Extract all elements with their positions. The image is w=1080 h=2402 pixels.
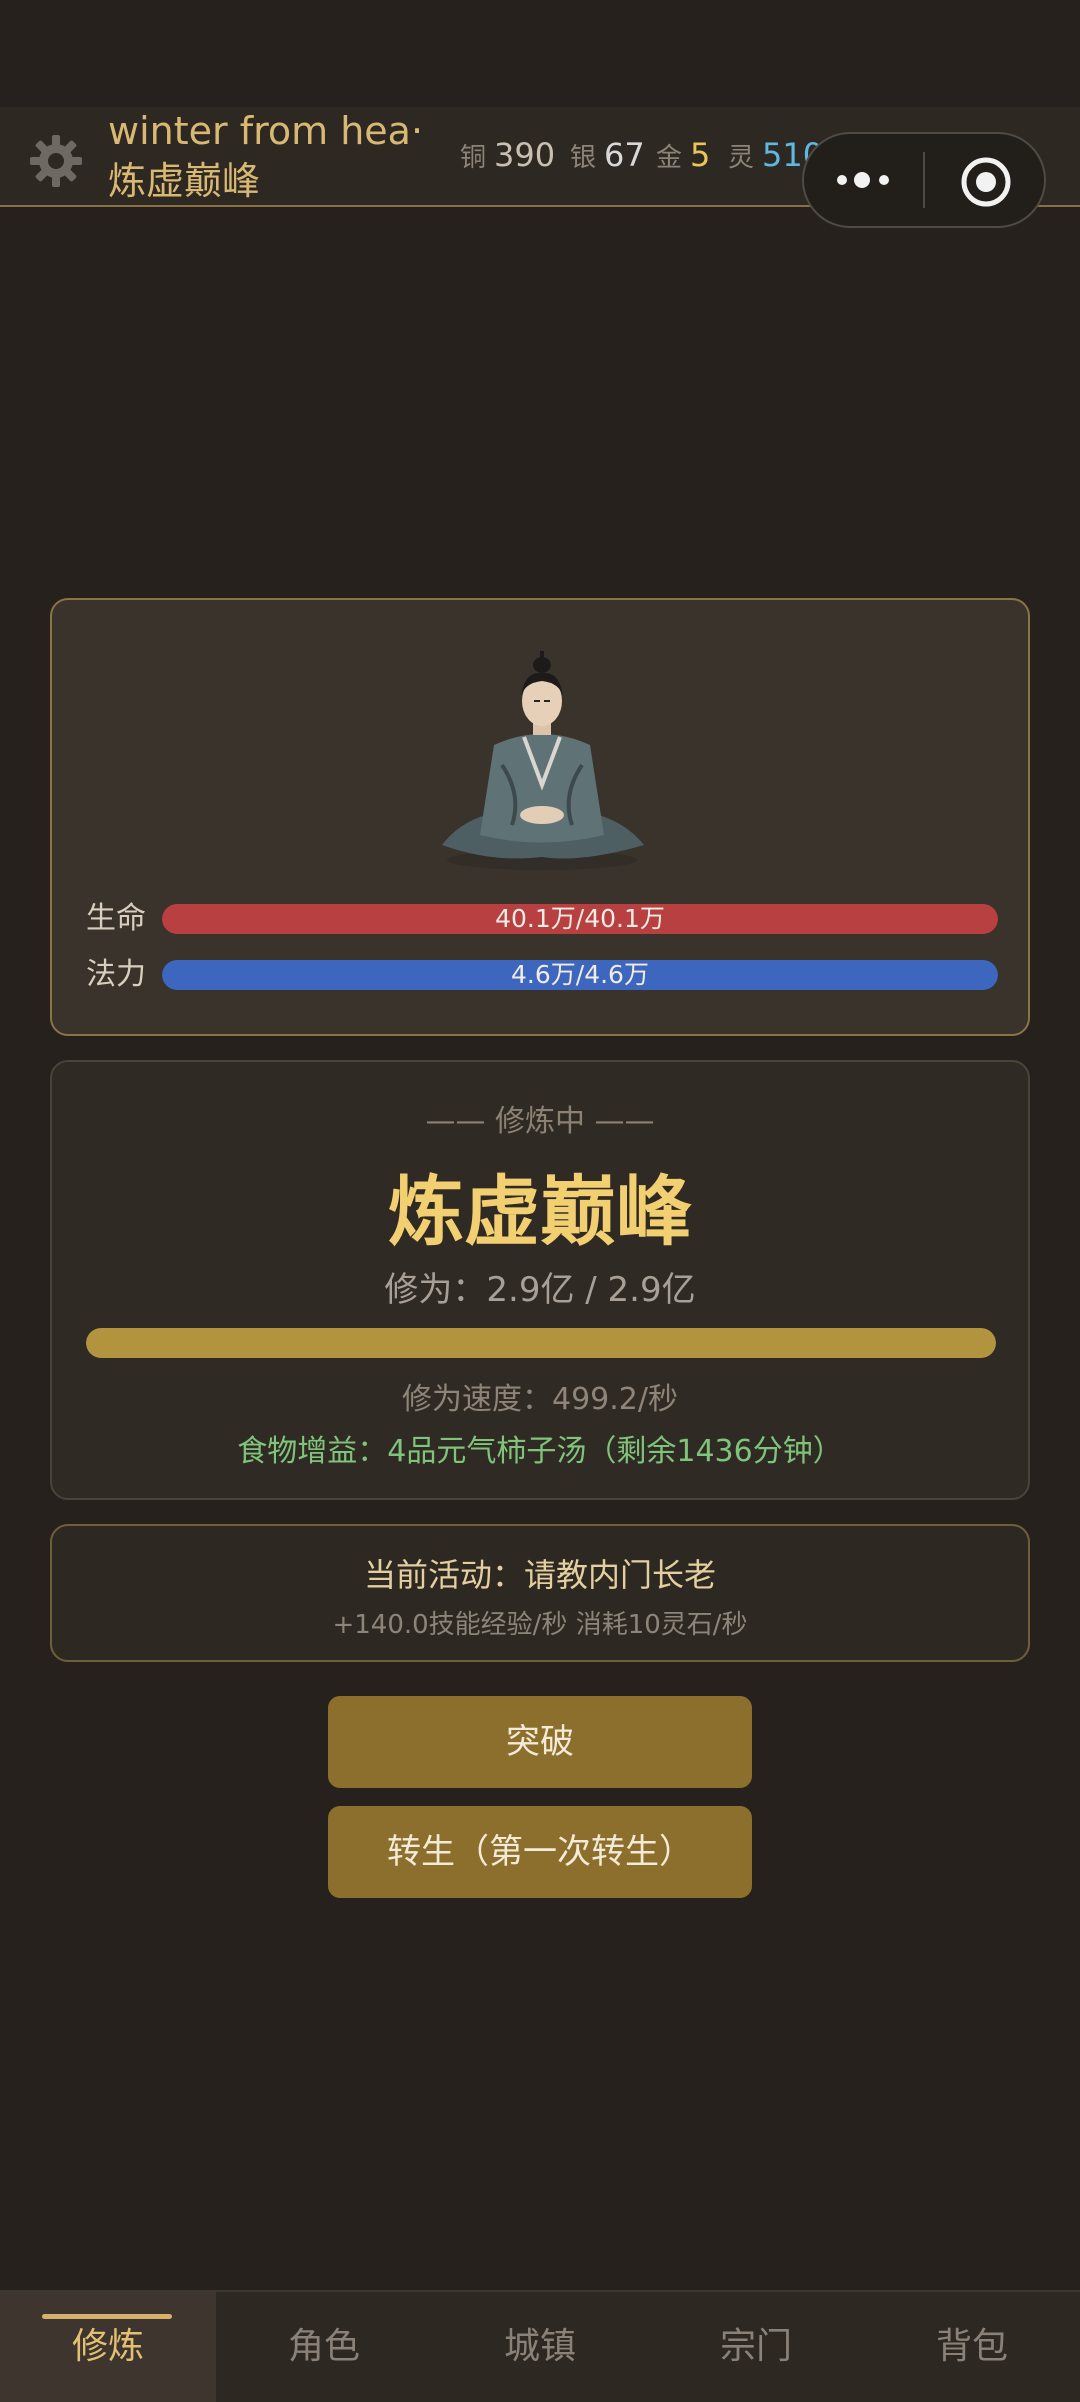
cultivation-speed: 修为速度：499.2/秒 [402,1382,678,1417]
meditating-cultivator-image [442,651,644,870]
tab-backpack[interactable]: 背包 [864,2292,1080,2402]
target-circle-icon[interactable] [960,156,1012,208]
tab-backpack-label: 背包 [935,2326,1008,2367]
capsule-divider [923,152,925,208]
activity-title: 当前活动：请教内门长老 [363,1556,716,1594]
cultivation-progress-fill [86,1328,996,1358]
currency-silver-value: 67 [604,136,645,174]
currency-spirit-label: 灵 [728,143,755,173]
currency-silver-label: 银 [570,143,597,173]
rebirth-button[interactable]: 转生（第一次转生） [328,1806,752,1898]
hp-row: 生命 40.1万/40.1万 [86,902,1018,936]
tab-character[interactable]: 角色 [216,2292,432,2402]
more-dots-icon[interactable] [834,168,894,192]
cultivation-progress-text: 修为：2.9亿 / 2.9亿 [384,1270,696,1310]
tab-cultivate[interactable]: 修炼 [0,2292,216,2402]
hp-value: 40.1万/40.1万 [495,904,665,933]
mp-label: 法力 [86,957,146,992]
tab-sect[interactable]: 宗门 [648,2292,864,2402]
bottom-nav: 修炼 角色 城镇 宗门 背包 [0,2290,1080,2402]
gear-icon[interactable] [26,131,86,191]
hp-bar: 40.1万/40.1万 [162,904,998,934]
player-realm: 炼虚巅峰 [108,159,261,203]
currency-copper: 铜 390 [460,135,555,181]
character-card: 生命 40.1万/40.1万 法力 4.6万/4.6万 [50,598,1030,1036]
currency-silver: 银 67 [570,135,645,181]
tab-active-indicator [42,2314,172,2319]
miniprogram-capsule [802,132,1046,228]
breakthrough-button[interactable]: 突破 [328,1696,752,1788]
currency-copper-label: 铜 [460,143,487,173]
currency-gold: 金5 [656,135,710,181]
tab-character-label: 角色 [287,2326,360,2367]
tab-cultivate-label: 修炼 [71,2326,144,2367]
currency-gold-label: 金 [656,143,683,173]
player-name: winter from hea· [108,109,424,153]
mp-row: 法力 4.6万/4.6万 [86,958,1018,992]
food-bonus: 食物增益：4品元气柿子汤（剩余1436分钟） [237,1434,843,1469]
activity-detail: +140.0技能经验/秒 消耗10灵石/秒 [332,1610,748,1640]
realm-title: 炼虚巅峰 [388,1167,692,1256]
currency-copper-value: 390 [494,136,556,174]
currency-gold-value: 5 [690,136,711,174]
cultivation-state: —— 修炼中 —— [425,1104,655,1139]
tab-sect-label: 宗门 [719,2326,792,2367]
tab-town-label: 城镇 [503,2326,576,2367]
hp-label: 生命 [86,901,146,936]
mp-bar: 4.6万/4.6万 [162,960,998,990]
tab-town[interactable]: 城镇 [432,2292,648,2402]
mp-value: 4.6万/4.6万 [511,960,649,989]
activity-card: 当前活动：请教内门长老 +140.0技能经验/秒 消耗10灵石/秒 [50,1524,1030,1662]
cultivation-progress-bar [86,1328,996,1358]
cultivation-card: —— 修炼中 —— 炼虚巅峰 修为：2.9亿 / 2.9亿 修为速度：499.2… [50,1060,1030,1500]
